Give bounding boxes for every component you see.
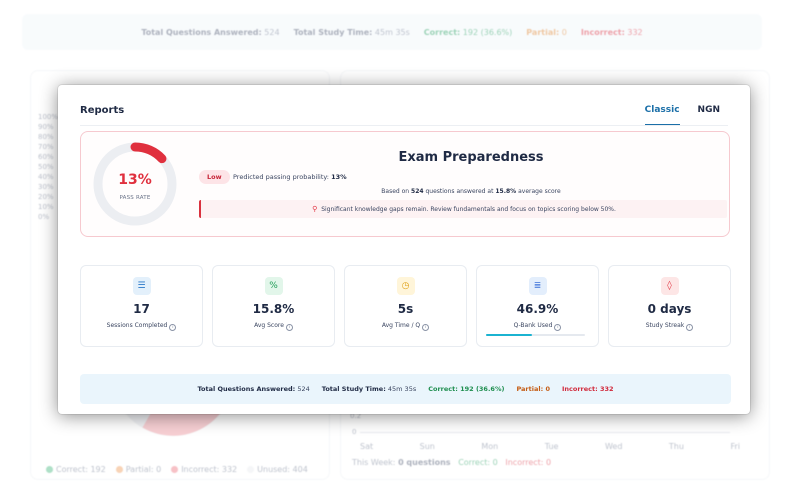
qbank-progress-track — [486, 334, 585, 336]
preparedness-title: Exam Preparedness — [398, 150, 544, 165]
day-label: Mon — [481, 442, 499, 451]
lightbulb-icon: ⚲ — [312, 205, 318, 213]
tab-classic[interactable]: Classic — [644, 105, 680, 126]
stat-label: Avg Score i — [213, 322, 334, 331]
stat-card-sessions: ☰ 17 Sessions Completed i — [80, 265, 203, 347]
day-label: Thu — [668, 442, 684, 451]
qbank-progress-fill — [486, 334, 533, 336]
info-icon[interactable]: i — [686, 324, 694, 331]
summary-partial: Partial: 0 — [516, 385, 550, 393]
stat-label: Avg Time / Qi — [345, 322, 466, 331]
background-day-labels: Sat Sun Mon Tue Wed Thu Fri — [360, 442, 740, 451]
summary-incorrect: Incorrect: 332 — [561, 385, 614, 393]
day-label: Sat — [360, 442, 374, 451]
percent-icon: % — [264, 277, 283, 295]
background-chart-tick: 0 — [352, 428, 357, 436]
y-axis-tick: 60% — [38, 153, 54, 161]
y-axis-tick: 10% — [38, 203, 54, 211]
stat-card-study-streak: ◊ 0 days Study Streak i — [608, 265, 731, 347]
stat-card-avg-time: ◷ 5s Avg Time / Qi — [344, 265, 467, 347]
info-icon[interactable]: i — [422, 324, 430, 331]
y-axis-tick: 50% — [38, 163, 54, 171]
y-axis-tick: 90% — [38, 123, 54, 131]
modal-title: Reports — [80, 105, 125, 116]
knowledge-gap-warning: ⚲ Significant knowledge gaps remain. Rev… — [199, 200, 727, 218]
day-label: Fri — [730, 442, 740, 451]
exam-preparedness-card: 13% PASS RATE Exam Preparedness Low Pred… — [80, 131, 730, 237]
y-axis-tick: 100% — [38, 113, 59, 121]
stat-value: 17 — [133, 302, 150, 316]
pass-rate-value: 13% — [118, 172, 152, 188]
timer-icon: ◷ — [396, 277, 415, 295]
database-icon: ≣ — [528, 277, 547, 295]
background-legend: Correct: 192 Partial: 0 Incorrect: 332 U… — [46, 465, 308, 474]
day-label: Sun — [419, 442, 435, 451]
info-icon[interactable]: i — [169, 324, 177, 331]
flame-icon: ◊ — [660, 277, 679, 295]
stat-value: 46.9% — [516, 302, 559, 316]
stat-label: Study Streak i — [609, 322, 730, 331]
stat-card-qbank-used: ≣ 46.9% Q-Bank Used i — [476, 265, 599, 347]
day-label: Tue — [544, 442, 559, 451]
header-divider — [80, 125, 728, 126]
stat-value: 5s — [397, 302, 414, 316]
pass-rate-label: PASS RATE — [119, 195, 151, 201]
stat-card-avg-score: % 15.8% Avg Score i — [212, 265, 335, 347]
info-icon[interactable]: i — [285, 324, 293, 331]
y-axis-tick: 30% — [38, 183, 54, 191]
stat-label: Sessions Completed i — [81, 322, 202, 331]
tab-ngn[interactable]: NGN — [698, 105, 720, 126]
stats-row: ☰ 17 Sessions Completed i % 15.8% Avg Sco… — [80, 265, 731, 347]
info-icon[interactable]: i — [554, 324, 562, 331]
y-axis-tick: 40% — [38, 173, 54, 181]
stat-value: 0 days — [647, 302, 692, 316]
list-icon: ☰ — [132, 277, 151, 295]
background-summary-bar: Total Questions Answered: 524 Total Stud… — [22, 14, 762, 50]
y-axis-tick: 0% — [38, 213, 50, 221]
summary-correct: Correct: 192 (36.6%) — [428, 385, 505, 393]
gauge-fill-arc — [130, 142, 167, 164]
stat-value: 15.8% — [252, 302, 295, 316]
based-on-text: Based on 524 questions answered at 15.8%… — [381, 188, 561, 195]
day-label: Wed — [604, 442, 623, 451]
y-axis-tick: 70% — [38, 143, 54, 151]
level-badge: Low — [199, 170, 230, 184]
reports-modal: Reports Classic NGN 13% PASS RATE Exam P… — [58, 85, 750, 414]
background-chart-baseline — [360, 432, 730, 433]
y-axis-tick: 20% — [38, 193, 54, 201]
background-week-summary: This Week: 0 questions Correct: 0 Incorr… — [352, 458, 552, 467]
summary-bar: Total Questions Answered: 524 Total Stud… — [80, 374, 731, 404]
passing-probability: Predicted passing probability: 13% — [233, 173, 347, 181]
warning-text: Significant knowledge gaps remain. Revie… — [321, 205, 616, 213]
report-tabs: Classic NGN — [644, 105, 720, 126]
background-y-axis: 100% 90% 80% 70% 60% 50% 40% 30% 20% 10% 0% — [38, 112, 58, 222]
stat-label: Q-Bank Used i — [477, 322, 598, 331]
y-axis-tick: 80% — [38, 133, 54, 141]
